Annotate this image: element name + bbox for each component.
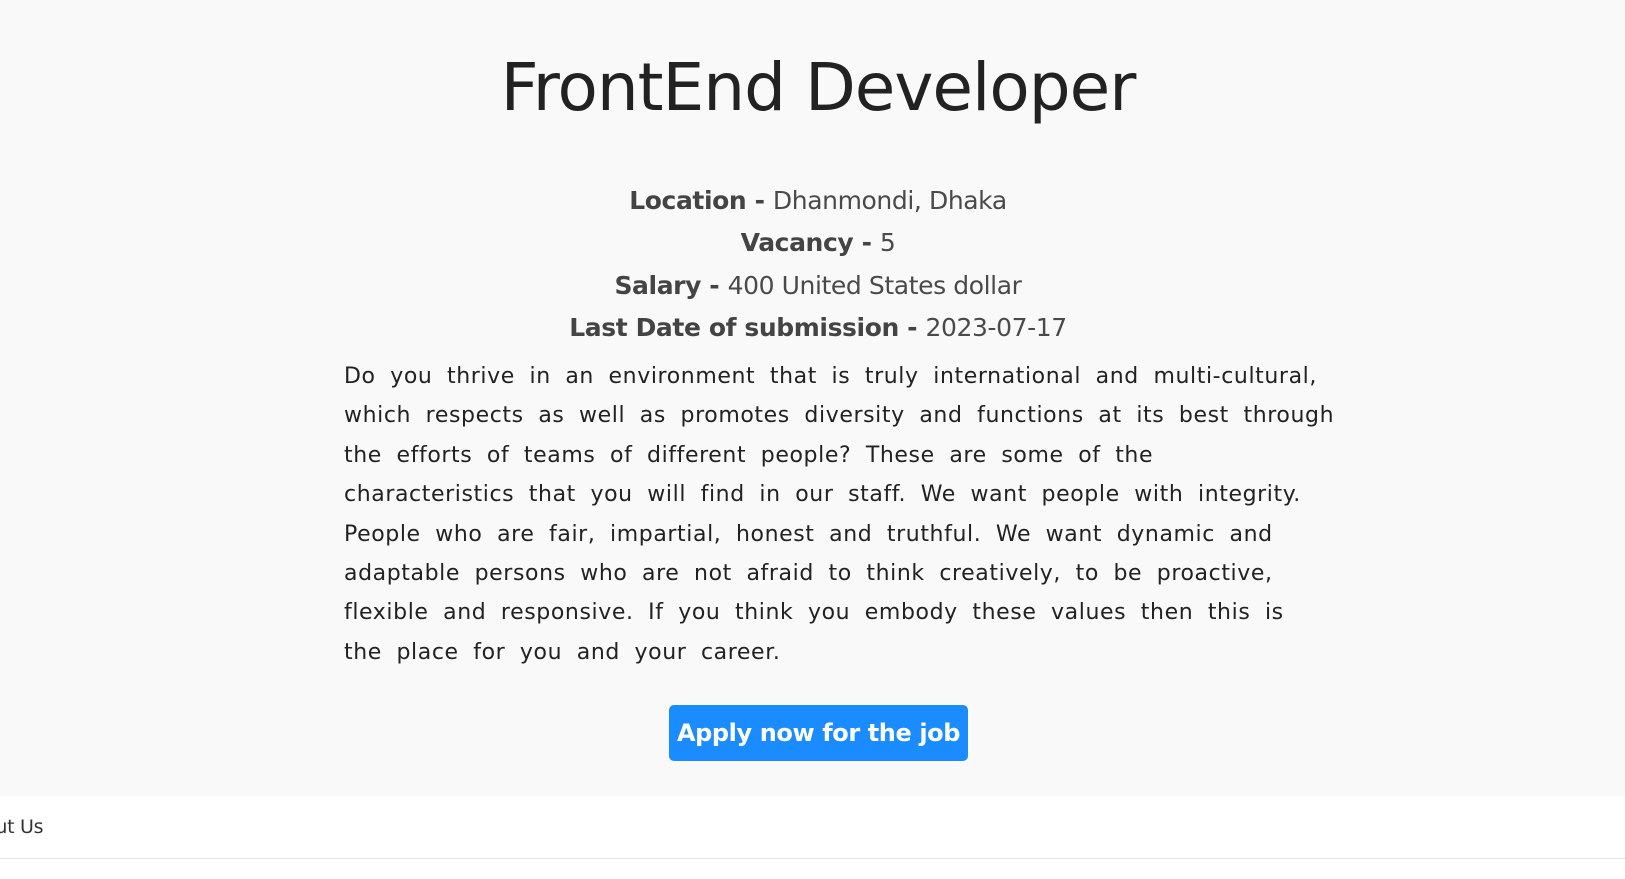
- job-title: FrontEnd Developer: [500, 49, 1137, 126]
- job-info-list: Location - Dhanmondi, Dhaka Vacancy - 5 …: [0, 180, 1625, 349]
- description-line: adaptable persons who are not afraid to …: [344, 561, 1273, 587]
- apply-button[interactable]: Apply now for the job: [669, 705, 968, 761]
- description-line: the place for you and your career.: [344, 639, 781, 665]
- vacancy-value: 5: [879, 228, 896, 258]
- job-detail-section: FrontEnd Developer Location - Dhanmondi,…: [0, 0, 1625, 796]
- location-value: Dhanmondi, Dhaka: [772, 186, 1007, 215]
- description-line: which respects as well as promotes diver…: [344, 403, 1335, 429]
- job-vacancy: Vacancy - 5: [0, 222, 1625, 264]
- description-line: the efforts of teams of different people…: [344, 442, 1154, 468]
- vacancy-label: Vacancy -: [740, 228, 880, 258]
- salary-value: 400 United States dollar: [727, 270, 1022, 300]
- job-deadline: Last Date of submission - 2023-07-17: [0, 307, 1625, 349]
- footer-divider: [0, 858, 1625, 859]
- deadline-value: 2023-07-17: [925, 312, 1067, 342]
- description-line: People who are fair, impartial, honest a…: [344, 521, 1273, 547]
- deadline-label: Last Date of submission -: [569, 312, 926, 342]
- about-us-link[interactable]: out Us: [0, 816, 43, 838]
- description-line: flexible and responsive. If you think yo…: [344, 600, 1284, 626]
- description-line: characteristics that you will find in ou…: [344, 482, 1301, 508]
- salary-label: Salary -: [614, 270, 728, 300]
- footer: out Us: [0, 796, 1625, 879]
- job-description: Do you thrive in an environment that is …: [344, 357, 1335, 672]
- description-line: Do you thrive in an environment that is …: [344, 364, 1317, 389]
- job-salary: Salary - 400 United States dollar: [0, 265, 1625, 307]
- job-location: Location - Dhanmondi, Dhaka: [0, 180, 1625, 222]
- location-label: Location -: [629, 186, 773, 215]
